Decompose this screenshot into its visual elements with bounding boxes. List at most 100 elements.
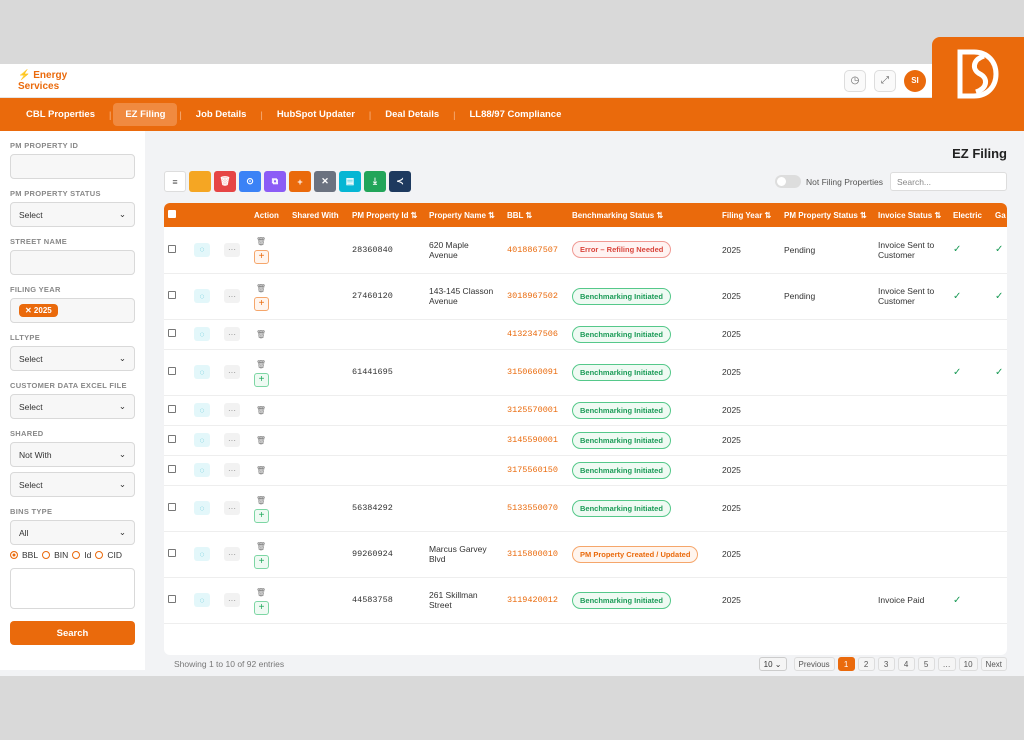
table-row[interactable]: ◌ ··· 🗑 +61441695 3150660091 Benchmarking Ini… <box>164 349 1007 396</box>
add-row-icon[interactable]: + <box>254 508 269 523</box>
add-row-icon[interactable]: + <box>254 250 269 265</box>
customer-data-select[interactable]: Select ⌄ <box>10 394 135 419</box>
search-button[interactable]: Search <box>10 621 135 645</box>
comment-icon[interactable]: ◌ <box>194 327 210 341</box>
comment-icon[interactable]: ◌ <box>194 593 210 607</box>
delete-row-icon[interactable]: 🗑 <box>254 494 268 507</box>
add-row-icon[interactable]: + <box>254 600 269 615</box>
bbl-link[interactable]: 3018967502 <box>503 273 568 320</box>
page-4[interactable]: 4 <box>897 657 915 671</box>
select-all-checkbox[interactable] <box>168 210 176 218</box>
not-filing-toggle[interactable] <box>774 175 801 188</box>
more-options-icon[interactable]: ··· <box>224 547 240 561</box>
more-options-icon[interactable]: ··· <box>224 327 240 341</box>
table-search-input[interactable]: Search... <box>890 172 1007 191</box>
menu-icon[interactable]: ≡ <box>164 171 186 192</box>
col-benchmarking-status[interactable]: Benchmarking Status ⇅ <box>568 203 718 227</box>
radio-id[interactable] <box>72 551 81 559</box>
delete-button[interactable]: 🗑 <box>214 171 236 192</box>
bbl-link[interactable]: 3125570001 <box>503 395 568 426</box>
comment-icon[interactable]: ◌ <box>194 242 210 257</box>
pm-property-status-select[interactable]: Select ⌄ <box>10 202 135 227</box>
col-bbl[interactable]: BBL ⇅ <box>503 203 568 227</box>
page-10[interactable]: 10 <box>958 657 978 671</box>
row-checkbox[interactable] <box>168 329 176 337</box>
page-3[interactable]: 3 <box>877 657 895 671</box>
avatar[interactable]: SI <box>904 69 926 92</box>
col-pm-property-status[interactable]: PM Property Status ⇅ <box>780 203 874 227</box>
page-5[interactable]: 5 <box>917 657 935 671</box>
row-checkbox[interactable] <box>168 435 176 443</box>
col-invoice-status[interactable]: Invoice Status ⇅ <box>874 203 949 227</box>
bins-type-select[interactable]: All ⌄ <box>10 520 135 545</box>
col-property-name[interactable]: Property Name ⇅ <box>425 203 503 227</box>
share-button[interactable]: ≺ <box>389 171 411 192</box>
more-options-icon[interactable]: ··· <box>224 289 240 303</box>
ids-textarea[interactable] <box>10 568 135 609</box>
table-row[interactable]: ◌ ··· 🗑 3175560150 Benchmarking Initiated 202… <box>164 455 1007 486</box>
clipboard-button[interactable]: ▤ <box>339 171 361 192</box>
delete-row-icon[interactable]: 🗑 <box>254 328 268 341</box>
filter-button[interactable] <box>189 171 211 192</box>
close-button[interactable]: ✕ <box>314 171 336 192</box>
shared-with-select[interactable]: Select ⌄ <box>10 472 135 497</box>
delete-row-icon[interactable]: 🗑 <box>254 235 268 248</box>
table-row[interactable]: ◌ ··· 🗑 +44583758 261 Skillman Street 3119420… <box>164 577 1007 624</box>
delete-row-icon[interactable]: 🗑 <box>254 464 268 477</box>
col-electric[interactable]: Electric <box>949 203 991 227</box>
row-checkbox[interactable] <box>168 244 176 253</box>
bbl-link[interactable]: 4018867507 <box>503 227 568 274</box>
table-row[interactable]: ◌ ··· 🗑 3145590001 Benchmarking Initiated 202… <box>164 425 1007 456</box>
more-options-icon[interactable]: ··· <box>224 501 240 515</box>
fullscreen-icon[interactable]: ⤢ <box>874 69 896 92</box>
comment-icon[interactable]: ◌ <box>194 403 210 417</box>
street-name-input[interactable] <box>10 250 135 275</box>
nav-ll88-compliance[interactable]: LL88/97 Compliance <box>457 103 573 126</box>
delete-row-icon[interactable]: 🗑 <box>254 434 268 447</box>
nav-job-details[interactable]: Job Details <box>184 103 259 126</box>
col-shared-with[interactable]: Shared With <box>288 203 348 227</box>
bbl-link[interactable]: 3145590001 <box>503 425 568 456</box>
nav-ez-filing[interactable]: EZ Filing <box>113 103 178 126</box>
page-2[interactable]: 2 <box>857 657 875 671</box>
nav-hubspot-updater[interactable]: HubSpot Updater <box>265 103 367 126</box>
table-row[interactable]: ◌ ··· 🗑 +27460120 143-145 Classon Avenue 3018… <box>164 273 1007 320</box>
row-checkbox[interactable] <box>168 503 176 511</box>
row-checkbox[interactable] <box>168 465 176 473</box>
delete-row-icon[interactable]: 🗑 <box>254 358 268 371</box>
table-row[interactable]: ◌ ··· 🗑 +56384292 5133550070 Benchmarking Ini… <box>164 485 1007 532</box>
history-icon[interactable]: ◷ <box>844 69 866 92</box>
download-button[interactable]: ⤓ <box>364 171 386 192</box>
more-options-icon[interactable]: ··· <box>224 463 240 477</box>
add-row-icon[interactable]: + <box>254 372 269 387</box>
add-row-icon[interactable]: + <box>254 296 269 311</box>
comment-icon[interactable]: ◌ <box>194 433 210 447</box>
nav-deal-details[interactable]: Deal Details <box>373 103 451 126</box>
row-checkbox[interactable] <box>168 291 176 299</box>
row-checkbox[interactable] <box>168 405 176 413</box>
add-row-icon[interactable]: + <box>254 554 269 569</box>
lltype-select[interactable]: Select ⌄ <box>10 346 135 371</box>
nav-cbl-properties[interactable]: CBL Properties <box>14 103 107 126</box>
more-options-icon[interactable]: ··· <box>224 433 240 447</box>
more-options-icon[interactable]: ··· <box>224 593 240 607</box>
delete-row-icon[interactable]: 🗑 <box>254 540 268 553</box>
radio-bin[interactable] <box>42 551 51 559</box>
page-size-select[interactable]: 10 ⌄ <box>758 657 787 671</box>
comment-icon[interactable]: ◌ <box>194 547 210 561</box>
table-row[interactable]: ◌ ··· 🗑 4132347506 Benchmarking Initiated 202… <box>164 319 1007 350</box>
prev-page-button[interactable]: Previous <box>793 657 835 671</box>
comment-icon[interactable]: ◌ <box>194 289 210 303</box>
brand-logo[interactable]: ⚡ Energy Services <box>18 70 88 92</box>
bbl-link[interactable]: 5133550070 <box>503 485 568 532</box>
copy-button[interactable]: ⧉ <box>264 171 286 192</box>
bbl-link[interactable]: 4132347506 <box>503 319 568 350</box>
comment-icon[interactable]: ◌ <box>194 365 210 379</box>
radio-cid[interactable] <box>95 551 104 559</box>
comment-icon[interactable]: ◌ <box>194 463 210 477</box>
more-options-icon[interactable]: ··· <box>224 365 240 379</box>
filing-year-chip[interactable]: ✕ 2025 <box>19 304 58 317</box>
col-pm-property-id[interactable]: PM Property Id ⇅ <box>348 203 425 227</box>
pm-property-id-input[interactable] <box>10 154 135 179</box>
shared-select[interactable]: Not With ⌄ <box>10 442 135 467</box>
